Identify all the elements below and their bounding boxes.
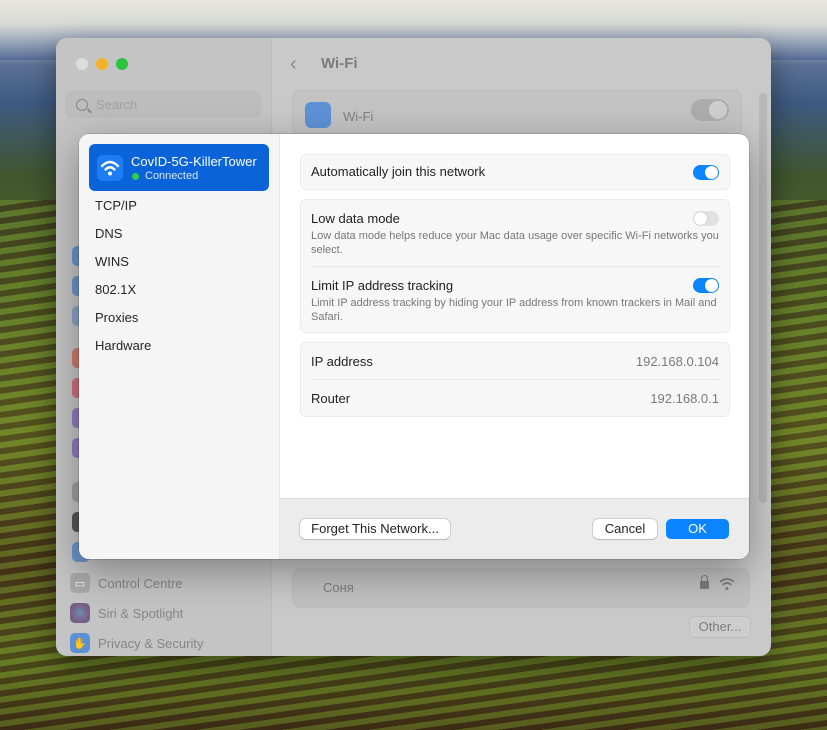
wifi-toggle-row: Wi-Fi	[292, 90, 742, 136]
tab-proxies[interactable]: Proxies	[95, 304, 151, 332]
auto-join-label: Automatically join this network	[311, 164, 486, 179]
router-row: Router 192.168.0.1	[301, 380, 729, 416]
page-title: Wi-Fi	[321, 55, 358, 72]
tab-dns[interactable]: DNS	[95, 220, 151, 248]
window-controls	[76, 58, 128, 70]
search-placeholder: Search	[96, 97, 138, 112]
close-button[interactable]	[76, 58, 88, 70]
network-info-group: IP address 192.168.0.104 Router 192.168.…	[300, 342, 730, 417]
forget-network-button[interactable]: Forget This Network...	[300, 519, 450, 539]
privacy-group: Low data mode Low data mode helps reduce…	[300, 199, 730, 333]
wifi-icon	[97, 155, 123, 181]
low-data-row: Low data mode Low data mode helps reduce…	[301, 200, 729, 266]
wifi-app-icon	[305, 102, 331, 128]
low-data-description: Low data mode helps reduce your Mac data…	[311, 230, 719, 256]
sidebar-item-siri-spotlight[interactable]: Siri & Spotlight	[70, 598, 203, 628]
other-network-button[interactable]: Other...	[689, 616, 751, 638]
limit-ip-description: Limit IP address tracking by hiding your…	[311, 297, 717, 323]
ip-address-value: 192.168.0.104	[635, 353, 719, 369]
control-centre-icon: ▭	[70, 573, 90, 593]
auto-join-toggle[interactable]	[693, 165, 719, 180]
tab-wins[interactable]: WINS	[95, 248, 151, 276]
auto-join-row: Automatically join this network	[301, 155, 729, 189]
wifi-label: Wi-Fi	[343, 109, 374, 124]
low-data-label: Low data mode	[311, 211, 400, 226]
auto-join-group: Automatically join this network	[300, 154, 730, 190]
selected-network[interactable]: CovID-5G-KillerTower Connected	[89, 144, 269, 191]
search-input[interactable]: Search	[65, 91, 262, 118]
siri-icon	[70, 603, 90, 623]
minimize-button[interactable]	[96, 58, 108, 70]
zoom-button[interactable]	[116, 58, 128, 70]
sheet-footer: Forget This Network... Cancel OK	[280, 498, 749, 559]
ip-address-label: IP address	[311, 353, 373, 369]
ok-button[interactable]: OK	[666, 519, 729, 539]
tab-8021x[interactable]: 802.1X	[95, 276, 151, 304]
network-name: Соня	[323, 580, 354, 595]
tab-tcpip[interactable]: TCP/IP	[95, 192, 151, 220]
wifi-toggle[interactable]	[691, 99, 729, 121]
sidebar-item-label: Privacy & Security	[98, 635, 204, 651]
sidebar-item-control-centre[interactable]: ▭ Control Centre	[70, 568, 203, 598]
limit-ip-toggle[interactable]	[693, 278, 719, 293]
tab-hardware[interactable]: Hardware	[95, 332, 151, 360]
low-data-toggle[interactable]	[693, 211, 719, 226]
sidebar-list: ▭ Control Centre Siri & Spotlight ✋ Priv…	[70, 568, 203, 656]
lock-icon	[700, 575, 709, 589]
hand-icon: ✋	[70, 633, 90, 653]
network-details-sheet: CovID-5G-KillerTower Connected TCP/IP DN…	[79, 134, 749, 559]
sidebar-item-privacy-security[interactable]: ✋ Privacy & Security	[70, 628, 203, 656]
limit-ip-label: Limit IP address tracking	[311, 278, 454, 293]
router-value: 192.168.0.1	[650, 390, 719, 406]
sheet-content: Automatically join this network Low data…	[280, 134, 749, 498]
router-label: Router	[311, 390, 351, 406]
cancel-button[interactable]: Cancel	[593, 519, 657, 539]
connected-status-dot	[132, 173, 139, 180]
sheet-sidebar: CovID-5G-KillerTower Connected TCP/IP DN…	[79, 134, 280, 559]
known-network-row[interactable]: Соня	[292, 568, 750, 608]
sidebar-item-label: Control Centre	[98, 575, 183, 591]
network-name: CovID-5G-KillerTower	[131, 154, 257, 169]
back-chevron-icon[interactable]: ‹	[290, 53, 297, 76]
limit-ip-row: Limit IP address tracking Limit IP addre…	[301, 267, 729, 333]
sheet-tabs: TCP/IP DNS WINS 802.1X Proxies Hardware	[95, 192, 151, 360]
scrollbar[interactable]	[759, 93, 767, 503]
connection-status: Connected	[145, 170, 199, 182]
wifi-signal-icon	[719, 578, 735, 590]
ip-address-row: IP address 192.168.0.104	[301, 343, 729, 379]
sidebar-item-label: Siri & Spotlight	[98, 605, 184, 621]
search-icon	[76, 98, 88, 111]
